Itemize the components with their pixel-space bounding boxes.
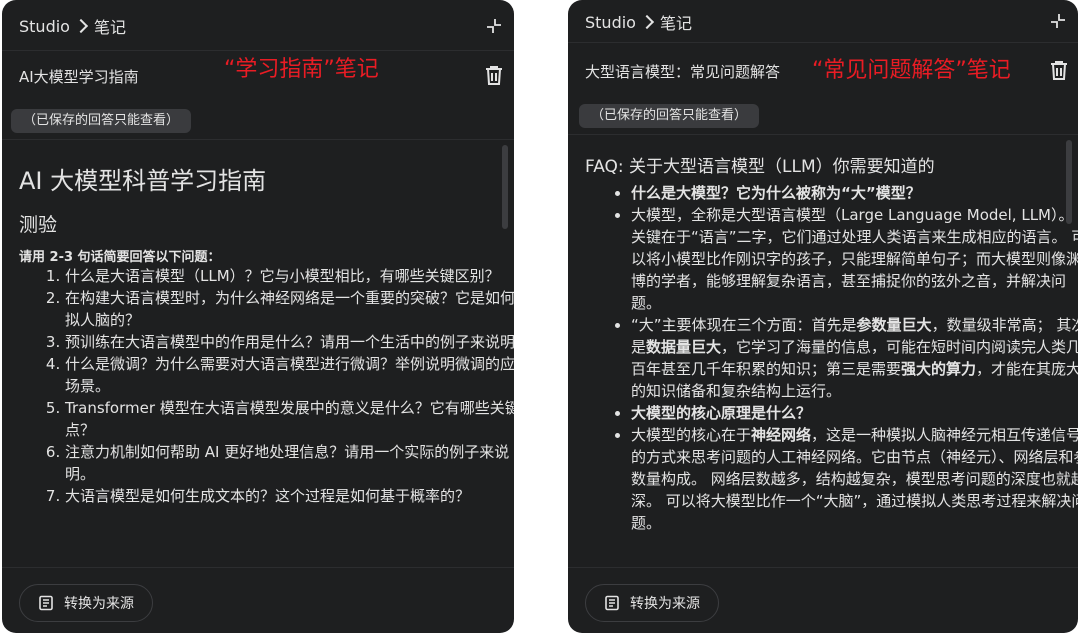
readonly-chip: （已保存的回答只能查看）	[579, 104, 760, 128]
panel-header: Studio 笔记	[2, 0, 514, 51]
quiz-question-list: 什么是大语言模型（LLM）？它与小模型相比，有哪些关键区别？ 在构建大语言模型时…	[19, 265, 514, 507]
answer-bold: 强大的算力	[901, 360, 977, 378]
collapse-icon[interactable]	[486, 18, 502, 34]
quiz-question: 注意力机制如何帮助 AI 更好地处理信息？请用一个实际的例子来说明。	[65, 441, 514, 485]
convert-label: 转换为来源	[630, 596, 700, 612]
convert-to-source-button[interactable]: 转换为来源	[585, 584, 719, 622]
note-heading: AI 大模型科普学习指南	[19, 167, 267, 195]
note-title: AI大模型学习指南	[19, 68, 139, 86]
note-title: 大型语言模型：常见问题解答	[585, 63, 781, 81]
note-content: FAQ: 关于大型语言模型（LLM）你需要知道的 什么是大模型？它为什么被称为“…	[568, 136, 1078, 568]
quiz-question: 什么是大语言模型（LLM）？它与小模型相比，有哪些关键区别？	[65, 265, 514, 287]
scrollbar-thumb[interactable]	[502, 145, 508, 229]
breadcrumb-studio[interactable]: Studio	[585, 13, 636, 32]
answer-text: 大模型的核心在于	[631, 426, 752, 444]
divider	[2, 139, 514, 140]
breadcrumb-studio[interactable]: Studio	[19, 17, 70, 36]
document-icon	[605, 595, 619, 611]
quiz-question: Transformer 模型在大语言模型发展中的意义是什么？它有哪些关键特点？	[65, 397, 514, 441]
faq-question-text: 什么是大模型？它为什么被称为“大”模型？	[631, 184, 921, 202]
study-guide-panel: Studio 笔记 AI大模型学习指南 “学习指南”笔记 （已保存的回答只能查看…	[2, 0, 514, 633]
faq-heading: FAQ: 关于大型语言模型（LLM）你需要知道的	[585, 157, 935, 177]
quiz-question: 什么是微调？为什么需要对大语言模型进行微调？举例说明微调的应用场景。	[65, 353, 514, 397]
convert-label: 转换为来源	[64, 596, 134, 612]
answer-text: “大”主要体现在三个方面：首先是	[631, 316, 857, 334]
breadcrumb: Studio 笔记	[19, 14, 126, 38]
faq-question-text: 大模型的核心原理是什么？	[631, 404, 812, 422]
faq-answer: 大模型的核心在于神经网络，这是一种模拟人脑神经元相互传递信号的方式来思考问题的人…	[631, 424, 1078, 534]
note-content: AI 大模型科普学习指南 测验 请用 2-3 句话简要回答以下问题： 什么是大语…	[2, 141, 514, 568]
answer-bold: 数据量巨大	[646, 338, 722, 356]
breadcrumb-notes: 笔记	[93, 18, 126, 37]
section-heading: 测验	[19, 214, 58, 236]
red-annotation: “常见问题解答”笔记	[812, 58, 1011, 83]
panel-footer: 转换为来源	[568, 567, 1078, 633]
breadcrumb: Studio 笔记	[585, 10, 692, 34]
convert-to-source-button[interactable]: 转换为来源	[19, 584, 153, 622]
chevron-right-icon	[639, 14, 655, 30]
note-title-bar: AI大模型学习指南 “学习指南”笔记	[2, 51, 514, 101]
faq-list: 什么是大模型？它为什么被称为“大”模型？ 大模型，全称是大型语言模型（Large…	[585, 182, 1078, 534]
note-title-bar: 大型语言模型：常见问题解答 “常见问题解答”笔记	[568, 44, 1078, 94]
divider	[568, 134, 1078, 135]
trash-icon[interactable]	[1050, 60, 1068, 80]
panel-header: Studio 笔记	[568, 0, 1078, 43]
faq-answer: 大模型，全称是大型语言模型（Large Language Model, LLM）…	[631, 204, 1078, 314]
collapse-icon[interactable]	[1050, 13, 1066, 29]
chevron-right-icon	[73, 18, 89, 34]
quiz-instruction: 请用 2-3 句话简要回答以下问题：	[19, 250, 221, 265]
faq-question: 什么是大模型？它为什么被称为“大”模型？	[631, 182, 1078, 204]
scrollbar-thumb[interactable]	[1066, 140, 1072, 224]
document-icon	[39, 595, 53, 611]
quiz-question: 大语言模型是如何生成文本的？这个过程是如何基于概率的？	[65, 485, 514, 507]
readonly-chip: （已保存的回答只能查看）	[11, 109, 192, 133]
answer-bold: 神经网络	[751, 426, 812, 444]
faq-answer: “大”主要体现在三个方面：首先是参数量巨大，数量级非常高； 其次是数据量巨大，它…	[631, 314, 1078, 402]
faq-panel: Studio 笔记 大型语言模型：常见问题解答 “常见问题解答”笔记 （已保存的…	[568, 0, 1078, 633]
red-annotation: “学习指南”笔记	[224, 57, 379, 82]
quiz-question: 预训练在大语言模型中的作用是什么？请用一个生活中的例子来说明。	[65, 331, 514, 353]
breadcrumb-notes: 笔记	[659, 14, 692, 33]
answer-bold: 参数量巨大	[856, 316, 932, 334]
faq-question: 大模型的核心原理是什么？	[631, 402, 1078, 424]
trash-icon[interactable]	[485, 65, 503, 85]
panel-footer: 转换为来源	[2, 567, 514, 633]
quiz-question: 在构建大语言模型时，为什么神经网络是一个重要的突破？它是如何模拟人脑的？	[65, 287, 514, 331]
